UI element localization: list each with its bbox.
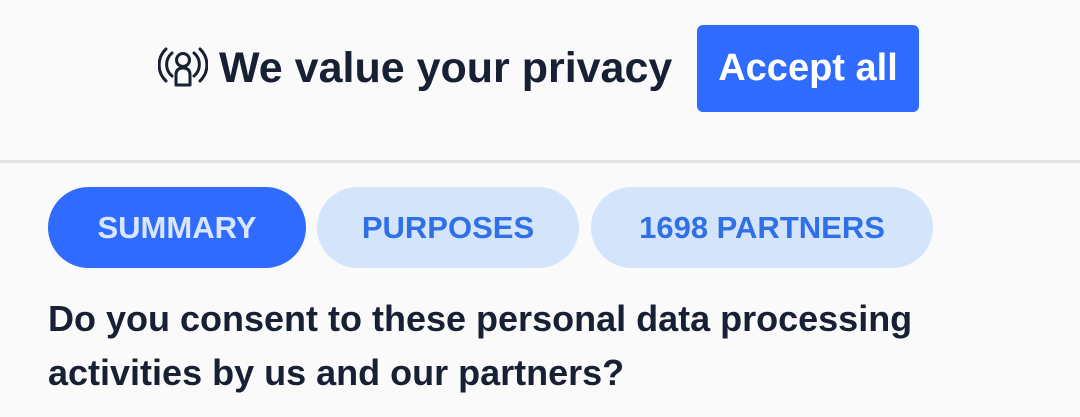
consent-header: We value your privacy Accept all	[0, 0, 1080, 163]
tab-partners[interactable]: 1698 PARTNERS	[591, 187, 933, 268]
consent-question: Do you consent to these personal data pr…	[48, 298, 913, 393]
consent-tabs: SUMMARY PURPOSES 1698 PARTNERS	[0, 187, 1080, 268]
page-title: We value your privacy	[219, 44, 673, 92]
accept-all-button[interactable]: Accept all	[697, 25, 919, 112]
tab-summary[interactable]: SUMMARY	[48, 187, 306, 268]
privacy-person-icon	[157, 45, 209, 95]
tab-purposes[interactable]: PURPOSES	[317, 187, 579, 268]
